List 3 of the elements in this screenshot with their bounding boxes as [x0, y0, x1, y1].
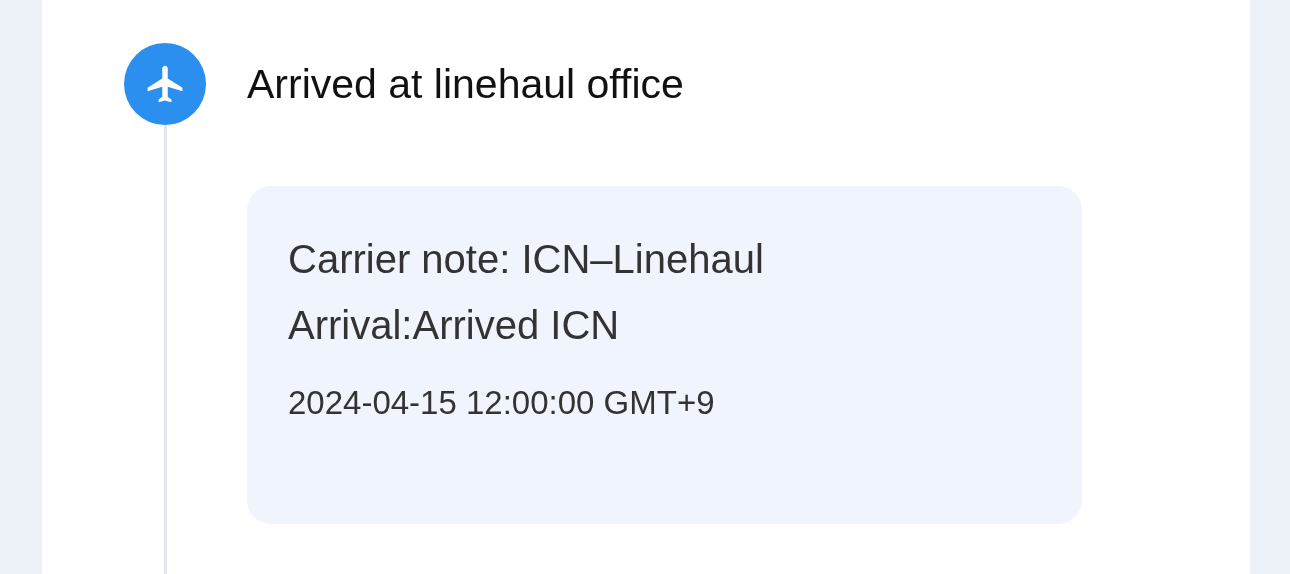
timestamp: 2024-04-15 12:00:00 GMT+9: [288, 384, 716, 422]
carrier-note: Carrier note: ICN–Linehaul Arrival:Arrived ICN: [288, 236, 765, 349]
event-title: Arrived at linehaul office: [247, 59, 685, 109]
